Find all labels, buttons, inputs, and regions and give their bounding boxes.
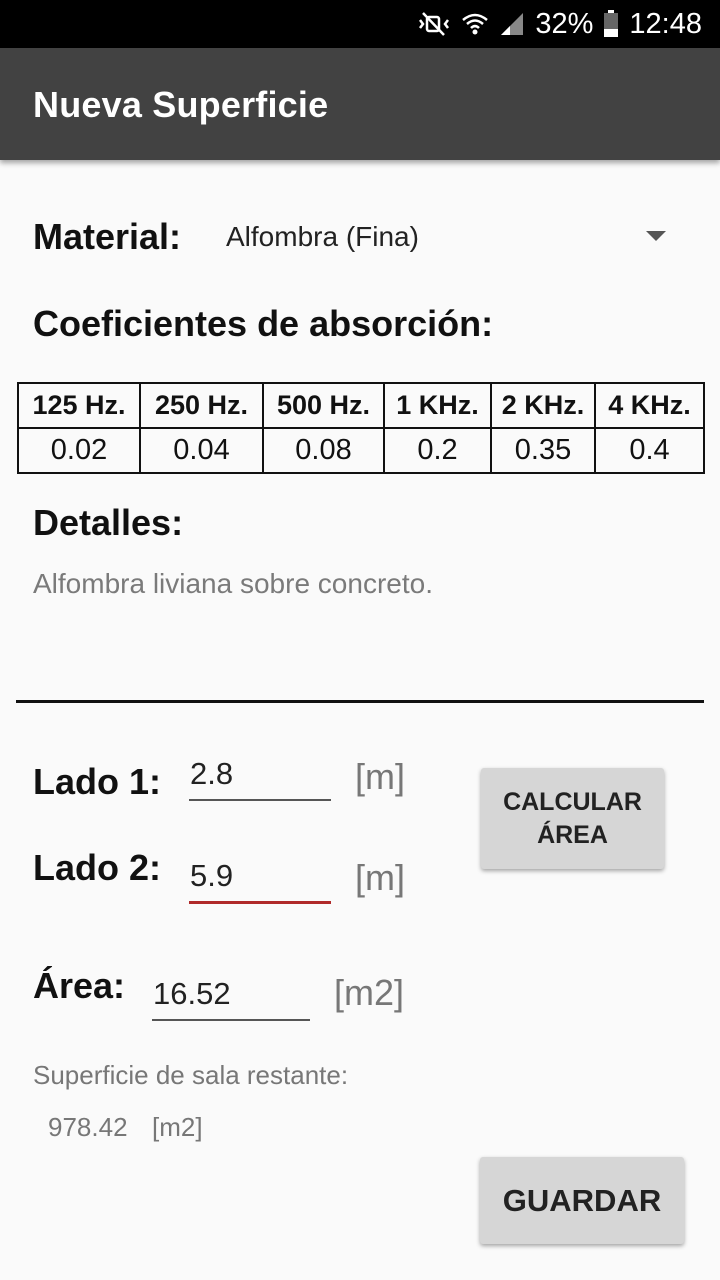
area-label: Área:: [33, 965, 126, 1006]
value-cell: 0.4: [594, 427, 705, 474]
value-cell: 0.02: [17, 427, 141, 474]
battery-percent: 32%: [535, 7, 594, 40]
app-bar: Nueva Superficie: [0, 48, 720, 160]
header-cell: 500 Hz.: [262, 382, 385, 429]
coeficientes-header-row: 125 Hz. 250 Hz. 500 Hz. 1 KHz. 2 KHz. 4 …: [17, 382, 705, 429]
lado1-value: 2.8: [190, 756, 234, 791]
lado1-label: Lado 1:: [33, 761, 162, 802]
value-cell: 0.04: [139, 427, 264, 474]
guardar-button[interactable]: GUARDAR: [480, 1157, 684, 1244]
signal-icon: [499, 11, 525, 37]
value-cell: 0.08: [262, 427, 385, 474]
clock: 12:48: [629, 7, 702, 40]
material-select[interactable]: Alfombra (Fina): [226, 221, 419, 253]
lado2-input[interactable]: 5.9: [189, 857, 331, 904]
lado2-value: 5.9: [190, 858, 234, 893]
superficie-restante-value: 978.42: [48, 1112, 128, 1142]
status-icons: 32% 12:48: [417, 0, 702, 48]
battery-icon: [603, 10, 619, 38]
calcular-area-button[interactable]: CALCULAR ÁREA: [481, 768, 664, 869]
divider: [16, 700, 704, 703]
header-cell: 4 KHz.: [594, 382, 705, 429]
header-cell: 125 Hz.: [17, 382, 141, 429]
header-cell: 1 KHz.: [383, 382, 492, 429]
status-bar: 32% 12:48: [0, 0, 720, 48]
lado2-label: Lado 2:: [33, 847, 162, 888]
material-label: Material:: [33, 216, 182, 257]
header-cell: 250 Hz.: [139, 382, 264, 429]
superficie-restante-label: Superficie de sala restante:: [33, 1060, 349, 1090]
dropdown-arrow-icon[interactable]: [646, 231, 666, 241]
area-unit: [m2]: [334, 972, 405, 1013]
coeficientes-value-row: 0.02 0.04 0.08 0.2 0.35 0.4: [17, 427, 705, 474]
detalles-title: Detalles:: [33, 502, 184, 543]
page-title: Nueva Superficie: [33, 84, 329, 125]
coeficientes-title: Coeficientes de absorción:: [33, 303, 494, 344]
lado2-unit: [m]: [355, 857, 405, 898]
superficie-restante-unit: [m2]: [152, 1112, 203, 1142]
detalles-text: Alfombra liviana sobre concreto.: [33, 568, 433, 599]
wifi-icon: [461, 11, 489, 37]
value-cell: 0.35: [490, 427, 596, 474]
area-input[interactable]: 16.52: [152, 975, 310, 1021]
value-cell: 0.2: [383, 427, 492, 474]
lado1-unit: [m]: [355, 756, 405, 797]
coeficientes-table: 125 Hz. 250 Hz. 500 Hz. 1 KHz. 2 KHz. 4 …: [17, 382, 705, 474]
header-cell: 2 KHz.: [490, 382, 596, 429]
area-value: 16.52: [153, 976, 231, 1011]
lado1-input[interactable]: 2.8: [189, 755, 331, 801]
mute-icon: [417, 11, 451, 37]
